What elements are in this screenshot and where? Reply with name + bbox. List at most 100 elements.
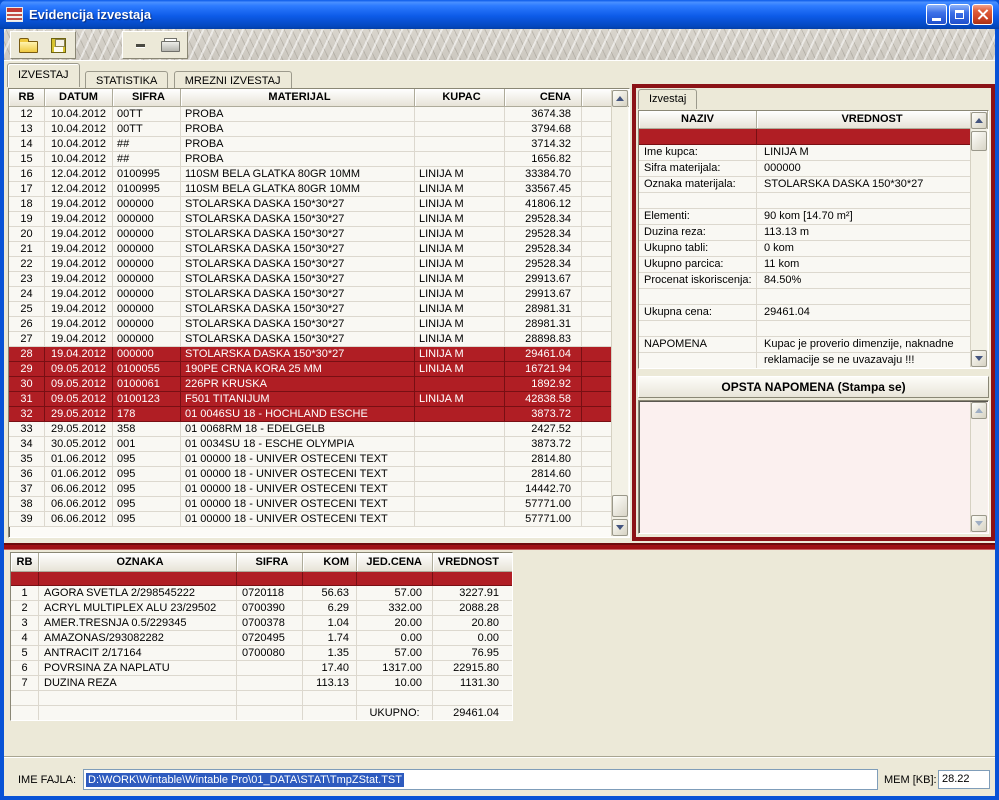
table-row[interactable]: 1210.04.201200TTPROBA3674.38 — [9, 107, 611, 122]
table-row[interactable] — [11, 691, 512, 706]
cell: STOLARSKA DASKA 150*30*27 — [181, 242, 415, 257]
cell: 10.00 — [357, 676, 433, 691]
scrollbar-thumb[interactable] — [612, 495, 628, 517]
table-row[interactable]: 3009.05.20120100061226PR KRUSKA1892.92 — [9, 377, 611, 392]
scrollbar-thumb[interactable] — [971, 131, 987, 151]
table-row[interactable]: 3AMER.TRESNJA 0.5/22934507003781.0420.00… — [11, 616, 512, 631]
file-name-input[interactable]: D:\WORK\Wintable\Wintable Pro\01_DATA\ST… — [83, 769, 878, 790]
column-header-materijal[interactable]: MATERIJAL — [181, 89, 415, 107]
column-header-cena[interactable]: CENA — [505, 89, 582, 107]
table-row[interactable]: 2119.04.2012000000STOLARSKA DASKA 150*30… — [9, 242, 611, 257]
table-row[interactable]: Duzina reza:113.13 m — [639, 225, 970, 241]
table-row[interactable]: Sifra materijala:000000 — [639, 161, 970, 177]
table-row[interactable]: 3806.06.201209501 00000 18 - UNIVER OSTE… — [9, 497, 611, 512]
table-row[interactable]: 6POVRSINA ZA NAPLATU17.401317.0022915.80 — [11, 661, 512, 676]
column-header-rb[interactable]: RB — [9, 89, 45, 107]
column-header-rb[interactable]: RB — [11, 553, 39, 572]
column-header-vrednost[interactable]: VREDNOST — [433, 553, 512, 572]
column-header-sifra[interactable]: SIFRA — [113, 89, 181, 107]
table-row[interactable]: 7DUZINA REZA113.1310.001131.30 — [11, 676, 512, 691]
column-header-kom[interactable]: KOM — [303, 553, 357, 572]
close-button[interactable] — [972, 4, 993, 25]
table-row[interactable] — [11, 572, 512, 586]
table-row[interactable]: 2619.04.2012000000STOLARSKA DASKA 150*30… — [9, 317, 611, 332]
scrollbar-up-button[interactable] — [971, 402, 987, 419]
column-header-kupac[interactable]: KUPAC — [415, 89, 505, 107]
table-row[interactable]: 1510.04.2012##PROBA1656.82 — [9, 152, 611, 167]
minimize-button[interactable] — [926, 4, 947, 25]
cell: 0700378 — [237, 616, 303, 631]
tab-izvestaj-detail[interactable]: Izvestaj — [638, 89, 697, 109]
column-header-oznaka[interactable]: OZNAKA — [39, 553, 237, 572]
remove-button[interactable] — [127, 33, 153, 57]
column-header-jed-cena[interactable]: JED.CENA — [357, 553, 433, 572]
column-header-vrednost[interactable]: VREDNOST — [757, 111, 988, 129]
scrollbar-down-button[interactable] — [971, 515, 987, 532]
table-row[interactable]: 3430.05.201200101 0034SU 18 - ESCHE OLYM… — [9, 437, 611, 452]
table-row[interactable]: 3229.05.201217801 0046SU 18 - HOCHLAND E… — [9, 407, 611, 422]
table-row[interactable]: NAPOMENAKupac je proverio dimenzije, nak… — [639, 337, 970, 353]
table-row[interactable]: Oznaka materijala:STOLARSKA DASKA 150*30… — [639, 177, 970, 193]
main-table-scrollbar[interactable] — [611, 90, 628, 536]
print-button[interactable] — [157, 33, 183, 57]
table-row[interactable]: Ukupno parcica:11 kom — [639, 257, 970, 273]
table-row[interactable] — [639, 129, 970, 145]
napomena-textarea[interactable] — [638, 400, 989, 534]
napomena-scrollbar[interactable] — [970, 402, 987, 532]
cell: LINIJA M — [415, 212, 505, 227]
table-row[interactable]: 3109.05.20120100123F501 TITANIJUMLINIJA … — [9, 392, 611, 407]
table-row[interactable]: 1410.04.2012##PROBA3714.32 — [9, 137, 611, 152]
column-header-naziv[interactable]: NAZIV — [639, 111, 757, 129]
tab-izvestaj[interactable]: IZVESTAJ — [7, 63, 80, 87]
scrollbar-down-button[interactable] — [971, 350, 987, 367]
cell: STOLARSKA DASKA 150*30*27 — [181, 257, 415, 272]
table-row[interactable]: 1919.04.2012000000STOLARSKA DASKA 150*30… — [9, 212, 611, 227]
table-row[interactable]: 2419.04.2012000000STOLARSKA DASKA 150*30… — [9, 287, 611, 302]
cell: 2814.60 — [505, 467, 582, 482]
table-row[interactable]: 3906.06.201209501 00000 18 - UNIVER OSTE… — [9, 512, 611, 527]
table-row[interactable]: 3329.05.201235801 0068RM 18 - EDELGELB24… — [9, 422, 611, 437]
cell — [415, 467, 505, 482]
table-row[interactable]: 2719.04.2012000000STOLARSKA DASKA 150*30… — [9, 332, 611, 347]
table-row[interactable] — [639, 193, 970, 209]
cell: 190PE CRNA KORA 25 MM — [181, 362, 415, 377]
cell: 1.74 — [303, 631, 357, 646]
scrollbar-up-button[interactable] — [971, 112, 987, 129]
table-row[interactable]: 4AMAZONAS/29308228207204951.740.000.00 — [11, 631, 512, 646]
table-row[interactable]: 3501.06.201209501 00000 18 - UNIVER OSTE… — [9, 452, 611, 467]
table-row[interactable]: 5ANTRACIT 2/1716407000801.3557.0076.95 — [11, 646, 512, 661]
table-row[interactable]: 2909.05.20120100055190PE CRNA KORA 25 MM… — [9, 362, 611, 377]
table-row[interactable]: reklamacije se ne uvazavaju !!! — [639, 353, 970, 369]
scrollbar-up-button[interactable] — [612, 90, 628, 107]
column-header-sifra[interactable]: SIFRA — [237, 553, 303, 572]
save-button[interactable] — [45, 33, 71, 57]
table-row[interactable]: 1612.04.20120100995110SM BELA GLATKA 80G… — [9, 167, 611, 182]
table-row[interactable]: 2819.04.2012000000STOLARSKA DASKA 150*30… — [9, 347, 611, 362]
table-row[interactable]: 3706.06.201209501 00000 18 - UNIVER OSTE… — [9, 482, 611, 497]
maximize-button[interactable] — [949, 4, 970, 25]
table-row[interactable]: 3601.06.201209501 00000 18 - UNIVER OSTE… — [9, 467, 611, 482]
table-row[interactable]: 2ACRYL MULTIPLEX ALU 23/2950207003906.29… — [11, 601, 512, 616]
table-row[interactable]: 1712.04.20120100995110SM BELA GLATKA 80G… — [9, 182, 611, 197]
table-row[interactable]: 2019.04.2012000000STOLARSKA DASKA 150*30… — [9, 227, 611, 242]
table-row[interactable]: Procenat iskoriscenja:84.50% — [639, 273, 970, 289]
table-row[interactable]: Ukupno tabli:0 kom — [639, 241, 970, 257]
detail-table-scrollbar[interactable] — [970, 112, 987, 367]
cell: 01 00000 18 - UNIVER OSTECENI TEXT — [181, 452, 415, 467]
table-row[interactable]: Elementi:90 kom [14.70 m²] — [639, 209, 970, 225]
table-row[interactable] — [639, 289, 970, 305]
scrollbar-down-button[interactable] — [612, 519, 628, 536]
table-row[interactable]: Ukupna cena:29461.04 — [639, 305, 970, 321]
table-row[interactable]: 1AGORA SVETLA 2/298545222072011856.6357.… — [11, 586, 512, 601]
table-row[interactable]: 2219.04.2012000000STOLARSKA DASKA 150*30… — [9, 257, 611, 272]
table-row[interactable]: 2519.04.2012000000STOLARSKA DASKA 150*30… — [9, 302, 611, 317]
table-row[interactable]: 1819.04.2012000000STOLARSKA DASKA 150*30… — [9, 197, 611, 212]
folder-open-icon — [19, 41, 38, 53]
table-row[interactable]: 2319.04.2012000000STOLARSKA DASKA 150*30… — [9, 272, 611, 287]
app-icon — [6, 7, 23, 22]
table-row[interactable]: Ime kupca:LINIJA M — [639, 145, 970, 161]
column-header-datum[interactable]: DATUM — [45, 89, 113, 107]
open-file-button[interactable] — [15, 33, 41, 57]
table-row[interactable] — [639, 321, 970, 337]
table-row[interactable]: 1310.04.201200TTPROBA3794.68 — [9, 122, 611, 137]
